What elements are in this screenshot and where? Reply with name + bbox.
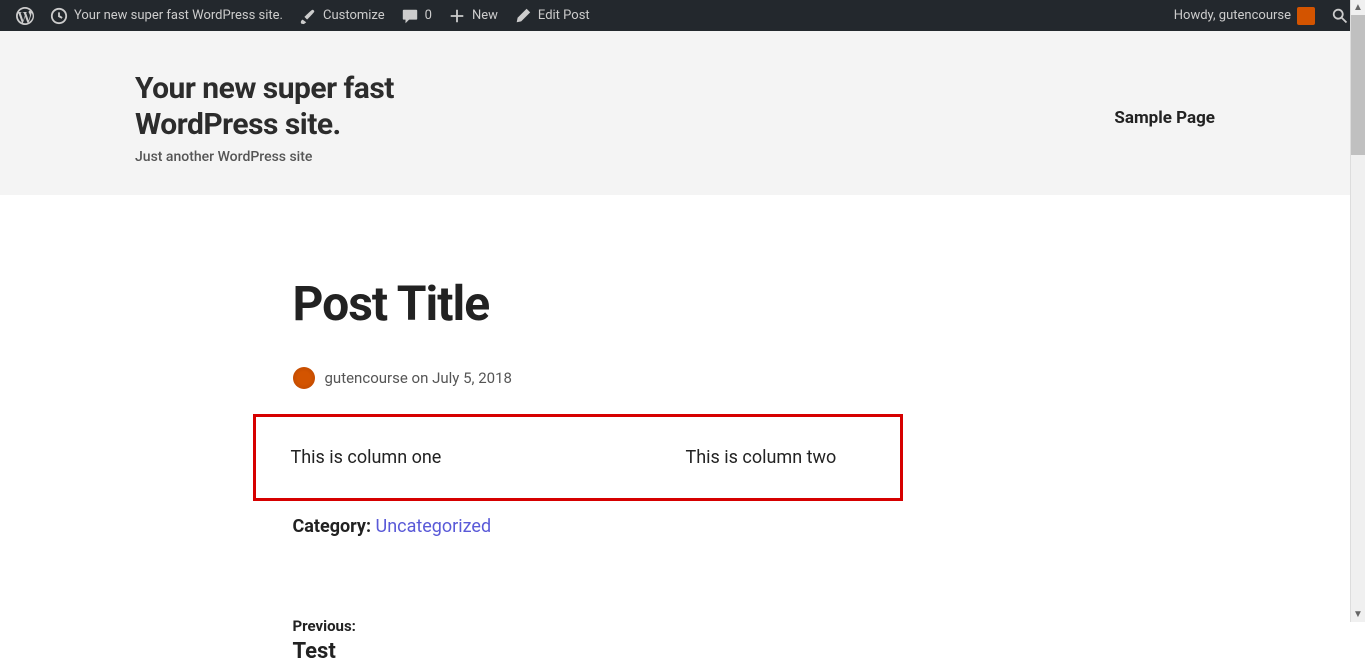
- site-branding: Your new super fast WordPress site. Just…: [0, 71, 500, 165]
- post-title: Post Title: [293, 275, 1113, 332]
- author-link[interactable]: gutencourse: [325, 369, 408, 387]
- meta-text: gutencourse on July 5, 2018: [325, 369, 512, 387]
- new-label: New: [472, 8, 498, 23]
- vertical-scrollbar[interactable]: ▲ ▼: [1350, 0, 1365, 622]
- site-tagline: Just another WordPress site: [135, 149, 500, 165]
- edit-post-link[interactable]: Edit Post: [506, 0, 598, 31]
- column-one-text: This is column one: [291, 447, 686, 468]
- comments-link[interactable]: 0: [393, 0, 440, 31]
- edit-post-label: Edit Post: [538, 8, 590, 23]
- wp-logo-menu[interactable]: [8, 0, 42, 31]
- post-date[interactable]: July 5, 2018: [432, 369, 512, 387]
- search-icon: [1331, 7, 1349, 25]
- wordpress-logo-icon: [16, 7, 34, 25]
- previous-label: Previous:: [293, 617, 1113, 635]
- customize-label: Customize: [323, 8, 385, 23]
- previous-post-link[interactable]: Test: [293, 639, 1113, 664]
- scroll-up-arrow-icon[interactable]: ▲: [1351, 0, 1365, 15]
- primary-nav: Sample Page: [1114, 108, 1365, 128]
- customize-link[interactable]: Customize: [291, 0, 393, 31]
- new-content-link[interactable]: New: [440, 0, 506, 31]
- wp-admin-bar: Your new super fast WordPress site. Cust…: [0, 0, 1365, 31]
- scroll-thumb[interactable]: [1351, 15, 1365, 155]
- post-meta: gutencourse on July 5, 2018: [293, 367, 1113, 389]
- user-menu[interactable]: Howdy, gutencourse: [1166, 0, 1323, 31]
- howdy-text: Howdy, gutencourse: [1174, 8, 1291, 23]
- author-avatar-icon: [293, 367, 315, 389]
- site-header: Your new super fast WordPress site. Just…: [0, 31, 1365, 195]
- category-line: Category: Uncategorized: [293, 516, 1113, 537]
- meta-on: on: [412, 369, 429, 387]
- admin-bar-right: Howdy, gutencourse: [1166, 0, 1357, 31]
- nav-sample-page[interactable]: Sample Page: [1114, 108, 1215, 128]
- comments-count: 0: [425, 8, 432, 23]
- site-name-label: Your new super fast WordPress site.: [74, 8, 283, 23]
- brush-icon: [299, 7, 317, 25]
- scroll-down-arrow-icon[interactable]: ▼: [1351, 607, 1365, 622]
- site-name-menu[interactable]: Your new super fast WordPress site.: [42, 0, 291, 31]
- main-content: Post Title gutencourse on July 5, 2018 T…: [253, 195, 1113, 664]
- pencil-icon: [514, 7, 532, 25]
- comment-icon: [401, 7, 419, 25]
- admin-bar-left: Your new super fast WordPress site. Cust…: [8, 0, 598, 31]
- dashboard-icon: [50, 7, 68, 25]
- column-two-text: This is column two: [686, 447, 865, 468]
- avatar-icon: [1297, 7, 1315, 25]
- post-navigation: Previous: Test: [293, 617, 1113, 664]
- site-title[interactable]: Your new super fast WordPress site.: [135, 71, 500, 143]
- plus-icon: [448, 7, 466, 25]
- category-link[interactable]: Uncategorized: [376, 516, 492, 537]
- category-label: Category:: [293, 516, 372, 537]
- columns-block-highlight: This is column one This is column two: [253, 414, 903, 501]
